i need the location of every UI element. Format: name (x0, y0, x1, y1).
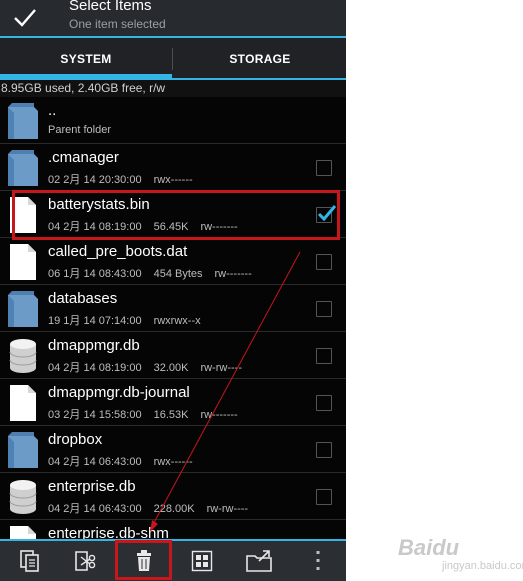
file-meta-item: 02 2月 14 20:30:00 (48, 174, 142, 186)
file-name: batterystats.bin (48, 196, 150, 213)
file-name: dropbox (48, 431, 103, 448)
copy-icon (20, 550, 39, 572)
file-meta-item: 32.00K (153, 362, 189, 374)
file-meta: 02 2月 14 20:30:00 rwx------ (48, 171, 205, 187)
file-meta: 04 2月 14 08:19:00 56.45K rw------- (48, 218, 250, 234)
action-bar-title: Select Items (69, 0, 152, 14)
delete-button[interactable] (122, 541, 166, 581)
baidu-watermark: Baidu jingyan.baidu.com (398, 535, 523, 579)
file-row[interactable]: enterprise.db 04 2月 14 06:43:00 228.00K rw-… (0, 473, 346, 520)
file-row[interactable]: dmappmgr.db 04 2月 14 08:19:00 32.00K rw-rw-… (0, 332, 346, 379)
file-meta-item: 228.00K (153, 503, 195, 515)
file-meta-item: 56.45K (153, 221, 189, 233)
select-checkbox[interactable] (316, 395, 332, 411)
file-row[interactable]: dmappmgr.db-journal 03 2月 14 15:58:00 16.5… (0, 379, 346, 426)
file-meta: 06 1月 14 08:43:00 454 Bytes rw------- (48, 265, 264, 281)
checkmark-icon (317, 205, 337, 222)
copy-button[interactable] (10, 541, 50, 581)
file-meta-item: rwxrwx--x (153, 315, 201, 327)
file-meta: 04 2月 14 06:43:00 rwx------ (48, 453, 205, 469)
file-name: .cmanager (48, 149, 119, 166)
select-checkbox[interactable] (316, 205, 337, 223)
file-meta-item: rw-rw---- (206, 503, 249, 515)
file-name: dmappmgr.db (48, 337, 140, 354)
file-meta-item: rw------- (214, 268, 252, 280)
file-meta-item: 04 2月 14 06:43:00 (48, 456, 142, 468)
file-meta-item: Parent folder (48, 124, 111, 136)
cut-button[interactable] (66, 541, 106, 581)
overflow-menu-button[interactable] (300, 541, 336, 581)
select-checkbox[interactable] (316, 254, 332, 270)
select-checkbox[interactable] (316, 160, 332, 176)
watermark-url: jingyan.baidu.com (442, 560, 523, 572)
file-row[interactable]: .. Parent folder (0, 97, 346, 144)
file-meta-item: 454 Bytes (153, 268, 203, 280)
file-meta-item: rw------- (200, 221, 238, 233)
file-icon (6, 383, 40, 423)
file-meta-item: rwx------ (153, 456, 193, 468)
move-button[interactable] (240, 541, 280, 581)
delete-icon (137, 550, 151, 571)
file-row[interactable]: dropbox 04 2月 14 06:43:00 rwx------ (0, 426, 346, 473)
folder-icon (6, 430, 40, 470)
move-icon (246, 550, 272, 572)
database-icon (6, 477, 40, 517)
folder-icon (6, 148, 40, 188)
done-button[interactable] (0, 0, 50, 36)
file-name: enterprise.db-shm (48, 525, 169, 539)
file-meta-item: 03 2月 14 15:58:00 (48, 409, 142, 421)
file-meta-item: 04 2月 14 06:43:00 (48, 503, 142, 515)
file-meta: Parent folder (48, 124, 123, 136)
file-name: called_pre_boots.dat (48, 243, 188, 260)
file-list[interactable]: .. Parent folder .cmanager 02 2月 14 20:30:0… (0, 97, 346, 539)
tab-storage[interactable]: STORAGE (174, 38, 346, 80)
file-icon (6, 195, 40, 235)
select-checkbox[interactable] (316, 489, 332, 505)
file-name: databases (48, 290, 118, 307)
file-icon (6, 242, 40, 282)
file-meta-item: rw-rw---- (200, 362, 242, 374)
file-name: enterprise.db (48, 478, 136, 495)
file-row[interactable]: .cmanager 02 2月 14 20:30:00 rwx------ (0, 144, 346, 191)
file-row[interactable]: databases 19 1月 14 07:14:00 rwxrwx--x (0, 285, 346, 332)
database-icon (6, 336, 40, 376)
file-row[interactable]: batterystats.bin 04 2月 14 08:19:00 56.45K r… (0, 191, 346, 238)
file-meta-item: 04 2月 14 08:19:00 (48, 221, 142, 233)
file-row[interactable]: enterprise.db-shm (0, 520, 346, 539)
select-all-icon (191, 550, 213, 572)
file-meta-item: 16.53K (153, 409, 189, 421)
file-row[interactable]: called_pre_boots.dat 06 1月 14 08:43:00 454… (0, 238, 346, 285)
file-meta-item: rwx------ (153, 174, 193, 186)
file-meta: 04 2月 14 08:19:00 32.00K rw-rw---- (48, 359, 254, 375)
cut-icon (75, 551, 96, 571)
file-name: .. (48, 102, 57, 119)
folder-icon (6, 289, 40, 329)
bottom-toolbar (0, 539, 346, 581)
folder-icon (6, 101, 40, 141)
title-block: Select Items One item selected (68, 0, 338, 36)
select-checkbox[interactable] (316, 348, 332, 364)
file-meta: 19 1月 14 07:14:00 rwxrwx--x (48, 312, 213, 328)
file-meta-item: 04 2月 14 08:19:00 (48, 362, 142, 374)
check-icon (14, 9, 36, 27)
overflow-menu-icon (316, 551, 320, 570)
select-checkbox[interactable] (316, 301, 332, 317)
watermark-logo: Baidu (398, 535, 460, 560)
select-checkbox[interactable] (316, 442, 332, 458)
tab-divider (172, 48, 173, 70)
file-meta-item: rw------- (200, 409, 238, 421)
file-name: dmappmgr.db-journal (48, 384, 190, 401)
file-meta-item: 06 1月 14 08:43:00 (48, 268, 142, 280)
phone-screen: Select Items One item selected SYSTEM ST… (0, 0, 346, 581)
file-meta: 04 2月 14 06:43:00 228.00K rw-rw---- (48, 500, 260, 516)
tab-bar: SYSTEM STORAGE (0, 38, 346, 80)
file-meta-item: 19 1月 14 07:14:00 (48, 315, 142, 327)
action-bar: Select Items One item selected (0, 0, 346, 38)
file-icon (6, 524, 40, 539)
storage-info: 8.95GB used, 2.40GB free, r/w (0, 80, 346, 97)
action-bar-subtitle: One item selected (69, 17, 166, 31)
select-all-button[interactable] (182, 541, 222, 581)
file-meta: 03 2月 14 15:58:00 16.53K rw------- (48, 406, 250, 422)
